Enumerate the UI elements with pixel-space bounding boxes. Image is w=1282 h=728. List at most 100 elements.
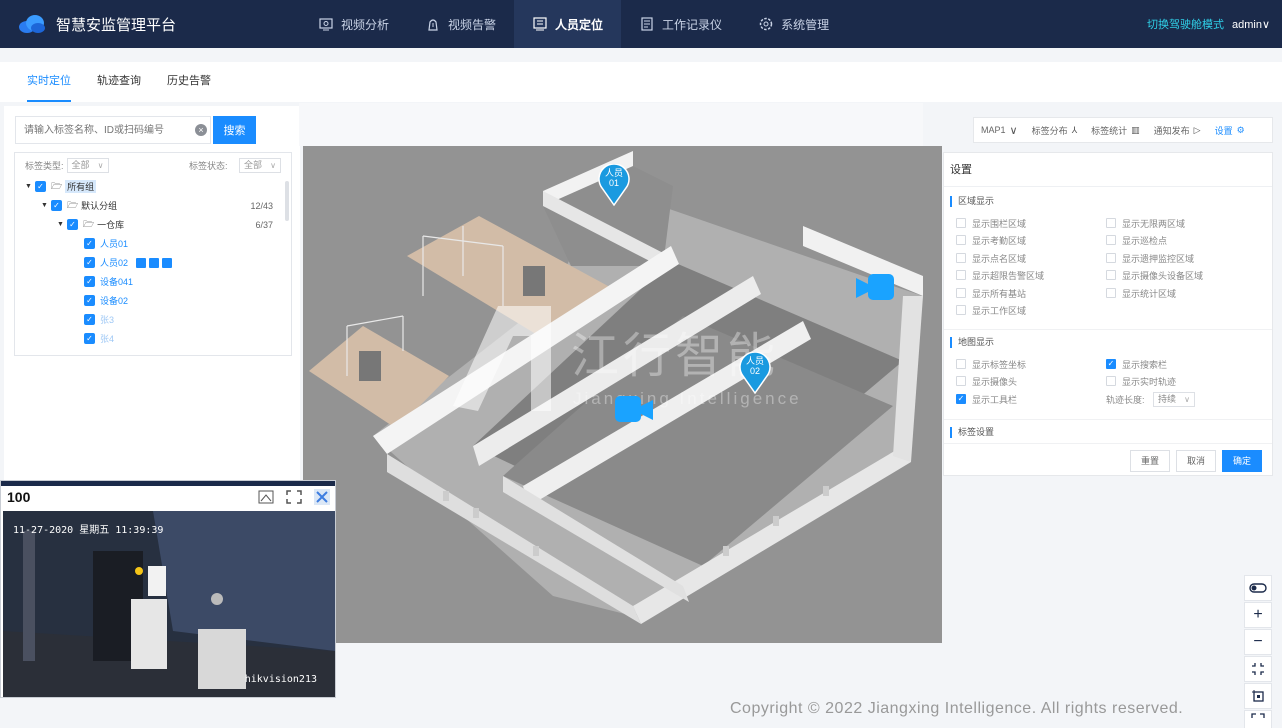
- checkbox-unchecked[interactable]: [956, 359, 966, 369]
- settings-button[interactable]: 设置 ⚙: [1215, 124, 1245, 137]
- opt-inspection-point[interactable]: 显示巡检点: [1106, 233, 1167, 247]
- zoom-out-icon[interactable]: −: [1244, 629, 1272, 655]
- trail-length-select[interactable]: 持续: [1153, 392, 1196, 407]
- opt-show-toolbar[interactable]: ✓ 显示工具栏: [956, 392, 1017, 406]
- search-input[interactable]: [15, 116, 211, 144]
- tree-scrollbar[interactable]: [285, 181, 289, 221]
- tree-warehouse[interactable]: ▼ ✓ 🗁 一仓库 6/37: [15, 215, 291, 234]
- search-button[interactable]: 搜索: [213, 116, 256, 144]
- toggle-icon[interactable]: [1244, 575, 1272, 601]
- tab-track-query[interactable]: 轨迹查询: [97, 62, 141, 102]
- fullscreen-icon[interactable]: [1244, 710, 1272, 728]
- opt-statistics-area[interactable]: 显示统计区域: [1106, 286, 1176, 300]
- checkbox-unchecked[interactable]: [956, 376, 966, 386]
- tree-leaf[interactable]: ✓ 张3: [15, 310, 291, 329]
- fit-view-icon[interactable]: [1244, 656, 1272, 682]
- checkbox-unchecked[interactable]: [956, 305, 966, 315]
- opt-show-searchbar[interactable]: ✓ 显示搜索栏: [1106, 357, 1167, 371]
- camera-icon[interactable]: [613, 394, 655, 429]
- checkbox-checked[interactable]: ✓: [84, 276, 95, 287]
- track-icon[interactable]: [149, 257, 160, 268]
- tree-leaf[interactable]: ✓ 设备02: [15, 291, 291, 310]
- reset-button[interactable]: 重置: [1130, 450, 1170, 472]
- snapshot-icon[interactable]: [257, 489, 275, 505]
- camera-feed[interactable]: 11-27-2020 星期五 11:39:39 hikvision213: [3, 511, 335, 697]
- user-menu[interactable]: admin∨: [1232, 18, 1270, 31]
- checkbox-checked[interactable]: ✓: [1106, 359, 1116, 369]
- checkbox-checked[interactable]: ✓: [35, 181, 46, 192]
- opt-rollcall-area[interactable]: 显示点名区域: [956, 251, 1026, 265]
- confirm-button[interactable]: 确定: [1222, 450, 1262, 472]
- camera-icon[interactable]: [854, 272, 896, 307]
- checkbox-unchecked[interactable]: [956, 270, 966, 280]
- checkbox-unchecked[interactable]: [1106, 270, 1116, 280]
- tree-leaf[interactable]: ✓ 人员02: [15, 253, 291, 272]
- opt-label: 显示统计区域: [1122, 288, 1177, 299]
- tag-status-select[interactable]: 全部: [239, 157, 282, 173]
- notify-publish-button[interactable]: 通知发布 ▷: [1154, 124, 1201, 137]
- opt-overlimit-area[interactable]: 显示超限告警区域: [956, 268, 1044, 282]
- checkbox-checked[interactable]: ✓: [84, 333, 95, 344]
- nav-video-analysis[interactable]: 视频分析: [300, 0, 407, 48]
- map-select[interactable]: MAP1 ∨: [981, 124, 1018, 137]
- close-icon[interactable]: [313, 489, 331, 505]
- camera-image: [3, 511, 335, 697]
- tab-realtime-location[interactable]: 实时定位: [27, 62, 71, 102]
- 3d-map[interactable]: 江行智能 Jiangxing Intelligence 人员 01 人员 02: [303, 146, 942, 643]
- clear-icon[interactable]: ×: [195, 124, 207, 136]
- caret-down-icon[interactable]: ▼: [25, 183, 35, 190]
- checkbox-unchecked[interactable]: [956, 218, 966, 228]
- nav-video-alarm[interactable]: 视频告警: [407, 0, 514, 48]
- checkbox-unchecked[interactable]: [956, 288, 966, 298]
- checkbox-checked[interactable]: ✓: [84, 314, 95, 325]
- cancel-button[interactable]: 取消: [1176, 450, 1216, 472]
- send-icon: ▷: [1193, 124, 1201, 135]
- checkbox-unchecked[interactable]: [1106, 376, 1116, 386]
- opt-escort-area[interactable]: 显示遗押监控区域: [1106, 251, 1194, 265]
- trail-length-label: 轨迹长度:: [1106, 392, 1145, 406]
- info-icon[interactable]: [162, 257, 173, 268]
- checkbox-unchecked[interactable]: [1106, 235, 1116, 245]
- checkbox-checked[interactable]: ✓: [956, 394, 966, 404]
- tree-group[interactable]: ▼ ✓ 🗁 默认分组 12/43: [15, 196, 291, 215]
- person-marker-02[interactable]: 人员 02: [738, 351, 772, 395]
- checkbox-checked[interactable]: ✓: [84, 295, 95, 306]
- opt-show-cameras[interactable]: 显示摄像头: [956, 374, 1017, 388]
- caret-down-icon[interactable]: ▼: [41, 202, 51, 209]
- checkbox-unchecked[interactable]: [956, 253, 966, 263]
- cockpit-mode-link[interactable]: 切换驾驶舱模式: [1147, 16, 1224, 32]
- opt-fence-area[interactable]: 显示围栏区域: [956, 216, 1026, 230]
- caret-down-icon[interactable]: ▼: [57, 221, 67, 228]
- checkbox-checked[interactable]: ✓: [67, 219, 78, 230]
- checkbox-checked[interactable]: ✓: [84, 238, 95, 249]
- person-marker-01[interactable]: 人员 01: [597, 163, 631, 207]
- nav-personnel-location[interactable]: 人员定位: [514, 0, 622, 48]
- tree-leaf[interactable]: ✓ 张4: [15, 329, 291, 348]
- tag-distribution-button[interactable]: 标签分布 ⅄: [1032, 124, 1078, 137]
- checkbox-checked[interactable]: ✓: [51, 200, 62, 211]
- opt-area-right[interactable]: 显示无限两区域: [1106, 216, 1185, 230]
- nav-system-management[interactable]: 系统管理: [740, 0, 847, 48]
- tree-leaf[interactable]: ✓ 设备041: [15, 272, 291, 291]
- opt-realtime-track[interactable]: 显示实时轨迹: [1106, 374, 1176, 388]
- tag-type-select[interactable]: 全部: [66, 157, 109, 173]
- checkbox-unchecked[interactable]: [1106, 218, 1116, 228]
- tag-statistics-button[interactable]: 标签统计 ▥: [1091, 124, 1140, 137]
- tree-leaf[interactable]: ✓ 人员01: [15, 234, 291, 253]
- locate-icon[interactable]: [136, 257, 147, 268]
- checkbox-checked[interactable]: ✓: [84, 257, 95, 268]
- tab-history-alarm[interactable]: 历史告警: [167, 62, 211, 102]
- opt-camera-device-area[interactable]: 显示摄像头设备区域: [1106, 268, 1203, 282]
- opt-attendance-area[interactable]: 显示考勤区域: [956, 233, 1026, 247]
- checkbox-unchecked[interactable]: [956, 235, 966, 245]
- tree-root[interactable]: ▼ ✓ 🗁 所有组: [15, 177, 291, 196]
- checkbox-unchecked[interactable]: [1106, 253, 1116, 263]
- opt-tag-coords[interactable]: 显示标签坐标: [956, 357, 1026, 371]
- zoom-in-icon[interactable]: +: [1244, 602, 1272, 628]
- nav-work-recorder[interactable]: 工作记录仪: [621, 0, 740, 48]
- fullscreen-icon[interactable]: [285, 489, 303, 505]
- checkbox-unchecked[interactable]: [1106, 288, 1116, 298]
- opt-all-stations[interactable]: 显示所有基站: [956, 286, 1026, 300]
- opt-work-area[interactable]: 显示工作区域: [956, 303, 1026, 317]
- screenshot-icon[interactable]: [1244, 683, 1272, 709]
